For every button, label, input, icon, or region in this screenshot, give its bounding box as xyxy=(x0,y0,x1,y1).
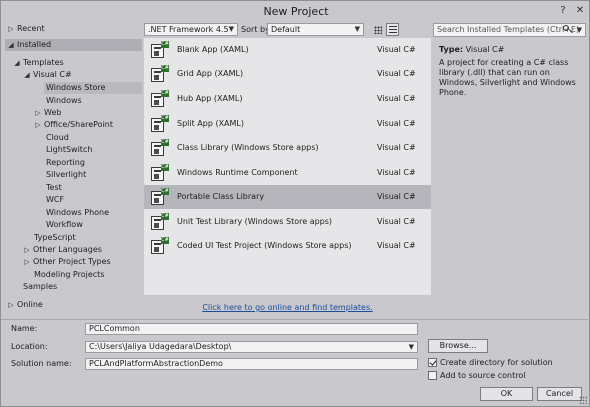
close-button[interactable]: ✕ xyxy=(573,4,587,18)
coded-ui-test-icon: C# xyxy=(151,237,169,254)
class-library-icon: C# xyxy=(151,139,169,156)
tree-item-silverlight[interactable]: Silverlight xyxy=(5,169,142,181)
tree-item-templates[interactable]: ◢ Templates xyxy=(5,57,142,69)
chevron-down-icon: ▼ xyxy=(228,25,234,33)
solution-name-field[interactable]: PCLAndPlatformAbstractionDemo xyxy=(85,358,418,370)
template-type: Type: Visual C# xyxy=(439,45,505,54)
template-item-unit-test-library[interactable]: C# Unit Test Library (Windows Store apps… xyxy=(144,210,431,234)
expand-arrow-icon[interactable]: ▷ xyxy=(23,256,31,268)
tree-item-test[interactable]: Test xyxy=(5,182,142,194)
collapse-arrow-icon[interactable]: ◢ xyxy=(7,39,15,51)
template-item-grid-app[interactable]: C# Grid App (XAML) Visual C# xyxy=(144,62,431,86)
template-toolbar: .NET Framework 4.5 ▼ Sort by: Default ▼ xyxy=(144,23,431,38)
browse-button[interactable]: Browse... xyxy=(428,339,488,353)
tree-item-windows-store[interactable]: Windows Store xyxy=(44,82,142,94)
online-templates-link[interactable]: Click here to go online and find templat… xyxy=(144,302,431,314)
tree-item-cloud[interactable]: Cloud xyxy=(5,132,142,144)
divider xyxy=(1,319,590,320)
cancel-button[interactable]: Cancel xyxy=(537,387,582,401)
resize-grip-icon[interactable] xyxy=(579,396,587,404)
tree-item-recent[interactable]: ▷ Recent xyxy=(5,23,142,35)
blank-app-icon: C# xyxy=(151,41,169,58)
name-label: Name: xyxy=(11,324,38,333)
dialog-title: New Project xyxy=(263,5,329,18)
tree-item-typescript[interactable]: TypeScript xyxy=(5,232,142,244)
tree-item-windows-phone[interactable]: Windows Phone xyxy=(5,207,142,219)
tree-item-modeling-projects[interactable]: Modeling Projects xyxy=(5,269,142,281)
unit-test-icon: C# xyxy=(151,213,169,230)
template-item-split-app[interactable]: C# Split App (XAML) Visual C# xyxy=(144,112,431,136)
tree-item-other-project-types[interactable]: ▷ Other Project Types xyxy=(5,256,142,268)
location-field[interactable]: C:\Users\Jaliya Udagedara\Desktop\ ▼ xyxy=(85,341,418,353)
create-directory-label: Create directory for solution xyxy=(440,358,553,367)
tree-item-windows[interactable]: Windows xyxy=(5,95,142,107)
list-view-button[interactable] xyxy=(386,23,399,36)
template-item-class-library[interactable]: C# Class Library (Windows Store apps) Vi… xyxy=(144,136,431,160)
chevron-down-icon[interactable]: ▼ xyxy=(577,24,582,36)
expand-arrow-icon[interactable]: ▷ xyxy=(23,244,31,256)
template-category-tree: ▷ Recent ◢ Installed ◢ Templates ◢ Visual C#… xyxy=(5,23,142,313)
expand-arrow-icon[interactable]: ▷ xyxy=(34,107,42,119)
tree-item-samples[interactable]: Samples xyxy=(5,281,142,293)
template-item-coded-ui-test[interactable]: C# Coded UI Test Project (Windows Store … xyxy=(144,234,431,258)
split-app-icon: C# xyxy=(151,115,169,132)
framework-dropdown[interactable]: .NET Framework 4.5 ▼ xyxy=(144,23,238,36)
help-button[interactable]: ? xyxy=(556,4,570,18)
collapse-arrow-icon[interactable]: ◢ xyxy=(23,69,31,81)
tree-item-visual-csharp[interactable]: ◢ Visual C# xyxy=(5,69,142,81)
tree-item-office-sharepoint[interactable]: ▷ Office/SharePoint xyxy=(5,119,142,131)
template-list: C# Blank App (XAML) Visual C# C# Grid Ap… xyxy=(144,38,431,295)
solution-name-label: Solution name: xyxy=(11,359,72,368)
template-item-runtime-component[interactable]: C# Windows Runtime Component Visual C# xyxy=(144,161,431,185)
location-label: Location: xyxy=(11,342,48,351)
tree-item-reporting[interactable]: Reporting xyxy=(5,157,142,169)
small-icons-view-button[interactable] xyxy=(371,23,384,36)
tree-item-online[interactable]: ▷ Online xyxy=(5,299,142,311)
list-view-icon xyxy=(389,26,397,34)
chevron-down-icon[interactable]: ▼ xyxy=(409,342,414,352)
sort-dropdown[interactable]: Default ▼ xyxy=(267,23,364,36)
template-item-hub-app[interactable]: C# Hub App (XAML) Visual C# xyxy=(144,87,431,111)
template-item-blank-app[interactable]: C# Blank App (XAML) Visual C# xyxy=(144,38,431,62)
tree-item-workflow[interactable]: Workflow xyxy=(5,219,142,231)
source-control-checkbox[interactable] xyxy=(428,371,437,380)
tree-item-wcf[interactable]: WCF xyxy=(5,194,142,206)
tree-item-lightswitch[interactable]: LightSwitch xyxy=(5,144,142,156)
create-directory-checkbox[interactable] xyxy=(428,358,437,367)
collapse-arrow-icon[interactable]: ◢ xyxy=(13,57,21,69)
search-input[interactable]: Search Installed Templates (Ctrl+E) ▼ xyxy=(433,23,586,37)
project-name-field[interactable]: PCLCommon xyxy=(85,323,418,335)
expand-arrow-icon[interactable]: ▷ xyxy=(34,119,42,131)
tree-item-other-languages[interactable]: ▷ Other Languages xyxy=(5,244,142,256)
tree-item-installed[interactable]: ◢ Installed xyxy=(5,39,142,51)
grid-app-icon: C# xyxy=(151,65,169,82)
runtime-component-icon: C# xyxy=(151,164,169,181)
chevron-down-icon: ▼ xyxy=(354,25,360,33)
source-control-label: Add to source control xyxy=(440,371,526,380)
tree-item-web[interactable]: ▷ Web xyxy=(5,107,142,119)
search-icon[interactable] xyxy=(562,25,572,35)
hub-app-icon: C# xyxy=(151,90,169,107)
portable-library-icon: C# xyxy=(151,188,169,205)
grid-view-icon xyxy=(374,26,382,34)
template-item-portable-class-library[interactable]: C# Portable Class Library Visual C# xyxy=(144,185,431,209)
new-project-dialog: New Project ? ✕ ▷ Recent ◢ Installed ◢ Temp… xyxy=(0,0,590,407)
ok-button[interactable]: OK xyxy=(480,387,533,401)
expand-arrow-icon[interactable]: ▷ xyxy=(7,299,15,311)
template-description: A project for creating a C# class librar… xyxy=(439,58,576,97)
expand-arrow-icon[interactable]: ▷ xyxy=(7,23,15,35)
